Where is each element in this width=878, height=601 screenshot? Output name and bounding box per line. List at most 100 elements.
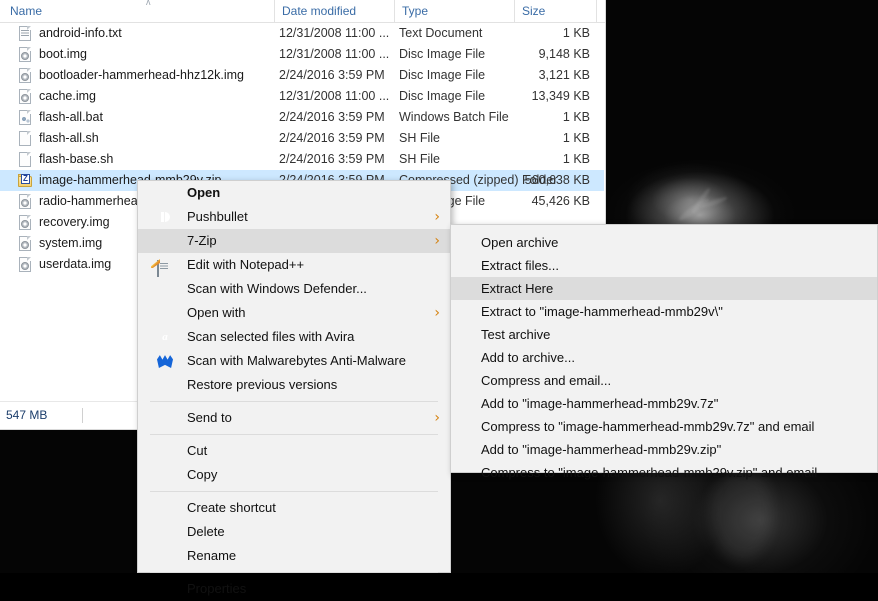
disc-image-icon <box>18 68 33 84</box>
menu-item-copy[interactable]: Copy <box>138 463 450 487</box>
file-name: bootloader-hammerhead-hhz12k.img <box>39 65 244 86</box>
submenu-item-extract-to-folder[interactable]: Extract to "image-hammerhead-mmb29v\" <box>451 300 877 323</box>
menu-item-label: Cut <box>187 443 207 458</box>
menu-item-label: 7-Zip <box>187 233 217 248</box>
menu-item-properties[interactable]: Properties <box>138 577 450 601</box>
menu-item-label: Properties <box>187 581 246 596</box>
file-size: 1 KB <box>450 107 590 128</box>
disc-image-icon <box>18 257 33 273</box>
file-date: 12/31/2008 11:00 ... <box>279 23 389 44</box>
submenu-item-label: Add to archive... <box>481 350 575 365</box>
submenu-item-compress-to-7z-and-email[interactable]: Compress to "image-hammerhead-mmb29v.7z"… <box>451 415 877 438</box>
submenu-item-label: Compress to "image-hammerhead-mmb29v.7z"… <box>481 419 814 434</box>
menu-item-cut[interactable]: Cut <box>138 439 450 463</box>
menu-separator <box>150 491 438 492</box>
menu-item-label: Scan selected files with Avira <box>187 329 354 344</box>
menu-item-pushbullet[interactable]: Pushbullet › <box>138 205 450 229</box>
menu-item-scan-with-malwarebytes[interactable]: Scan with Malwarebytes Anti-Malware <box>138 349 450 373</box>
file-name: recovery.img <box>39 212 110 233</box>
file-date: 12/31/2008 11:00 ... <box>279 86 389 107</box>
submenu-item-extract-here[interactable]: Extract Here <box>451 277 877 300</box>
status-bar-size: 547 MB <box>6 408 47 422</box>
menu-item-restore-previous-versions[interactable]: Restore previous versions <box>138 373 450 397</box>
text-document-icon <box>18 26 33 42</box>
menu-item-scan-with-avira[interactable]: a Scan selected files with Avira <box>138 325 450 349</box>
chevron-right-icon: › <box>434 205 440 229</box>
disc-image-icon <box>18 89 33 105</box>
file-size: 560,638 KB <box>450 170 590 191</box>
file-name: userdata.img <box>39 254 111 275</box>
chevron-right-icon: › <box>434 406 440 430</box>
submenu-item-open-archive[interactable]: Open archive <box>451 231 877 254</box>
submenu-item-compress-and-email[interactable]: Compress and email... <box>451 369 877 392</box>
table-row[interactable]: cache.img 12/31/2008 11:00 ... Disc Imag… <box>0 86 604 107</box>
chevron-right-icon: › <box>434 301 440 325</box>
menu-item-7zip[interactable]: 7-Zip › <box>138 229 450 253</box>
file-size: 1 KB <box>450 128 590 149</box>
menu-item-label: Scan with Malwarebytes Anti-Malware <box>187 353 406 368</box>
menu-item-label: Copy <box>187 467 217 482</box>
file-size: 45,426 KB <box>450 191 590 212</box>
table-row[interactable]: flash-base.sh 2/24/2016 3:59 PM SH File … <box>0 149 604 170</box>
column-header-type[interactable]: Type <box>395 0 515 22</box>
menu-item-scan-windows-defender[interactable]: Scan with Windows Defender... <box>138 277 450 301</box>
table-row[interactable]: flash-all.sh 2/24/2016 3:59 PM SH File 1… <box>0 128 604 149</box>
disc-image-icon <box>18 47 33 63</box>
menu-item-open-with[interactable]: Open with › <box>138 301 450 325</box>
disc-image-icon <box>18 236 33 252</box>
file-size: 9,148 KB <box>450 44 590 65</box>
file-name: flash-all.bat <box>39 107 103 128</box>
submenu-item-compress-to-zip-and-email[interactable]: Compress to "image-hammerhead-mmb29v.zip… <box>451 461 877 484</box>
avira-icon: a <box>157 329 173 345</box>
menu-item-label: Send to <box>187 410 232 425</box>
menu-item-label: Rename <box>187 548 236 563</box>
menu-item-label: Create shortcut <box>187 500 276 515</box>
submenu-item-label: Compress to "image-hammerhead-mmb29v.zip… <box>481 465 817 480</box>
file-name: flash-all.sh <box>39 128 99 149</box>
menu-item-create-shortcut[interactable]: Create shortcut <box>138 496 450 520</box>
menu-item-label: Edit with Notepad++ <box>187 257 304 272</box>
batch-file-icon <box>18 110 33 126</box>
submenu-item-label: Add to "image-hammerhead-mmb29v.7z" <box>481 396 718 411</box>
submenu-item-extract-files[interactable]: Extract files... <box>451 254 877 277</box>
submenu-item-label: Add to "image-hammerhead-mmb29v.zip" <box>481 442 721 457</box>
column-header-date-modified[interactable]: Date modified <box>275 0 395 22</box>
menu-item-label: Scan with Windows Defender... <box>187 281 367 296</box>
submenu-item-test-archive[interactable]: Test archive <box>451 323 877 346</box>
zip-archive-icon: Z <box>18 173 33 189</box>
table-row[interactable]: flash-all.bat 2/24/2016 3:59 PM Windows … <box>0 107 604 128</box>
menu-separator <box>150 401 438 402</box>
menu-item-open[interactable]: Open <box>138 181 450 205</box>
submenu-item-add-to-7z[interactable]: Add to "image-hammerhead-mmb29v.7z" <box>451 392 877 415</box>
file-date: 2/24/2016 3:59 PM <box>279 65 385 86</box>
malwarebytes-icon <box>157 353 173 369</box>
disc-image-icon <box>18 194 33 210</box>
table-row[interactable]: android-info.txt 12/31/2008 11:00 ... Te… <box>0 23 604 44</box>
menu-item-edit-with-notepadpp[interactable]: Edit with Notepad++ <box>138 253 450 277</box>
menu-item-delete[interactable]: Delete <box>138 520 450 544</box>
menu-item-label: Open with <box>187 305 246 320</box>
disc-image-icon <box>18 215 33 231</box>
file-name: system.img <box>39 233 102 254</box>
menu-item-rename[interactable]: Rename <box>138 544 450 568</box>
column-header-name[interactable]: Name <box>3 0 275 22</box>
file-name: android-info.txt <box>39 23 122 44</box>
menu-item-label: Open <box>187 185 220 200</box>
file-name: boot.img <box>39 44 87 65</box>
submenu-item-label: Test archive <box>481 327 550 342</box>
column-header-size[interactable]: Size <box>515 0 597 22</box>
table-row[interactable]: bootloader-hammerhead-hhz12k.img 2/24/20… <box>0 65 604 86</box>
submenu-item-add-to-zip[interactable]: Add to "image-hammerhead-mmb29v.zip" <box>451 438 877 461</box>
submenu-item-label: Extract files... <box>481 258 559 273</box>
menu-item-label: Pushbullet <box>187 209 248 224</box>
file-date: 2/24/2016 3:59 PM <box>279 149 385 170</box>
menu-item-send-to[interactable]: Send to › <box>138 406 450 430</box>
submenu-item-add-to-archive[interactable]: Add to archive... <box>451 346 877 369</box>
table-row[interactable]: boot.img 12/31/2008 11:00 ... Disc Image… <box>0 44 604 65</box>
sh-file-icon <box>18 152 33 168</box>
notepadpp-icon <box>157 257 173 273</box>
chevron-right-icon: › <box>434 229 440 253</box>
file-size: 3,121 KB <box>450 65 590 86</box>
menu-separator <box>150 434 438 435</box>
submenu-item-label: Extract Here <box>481 281 553 296</box>
